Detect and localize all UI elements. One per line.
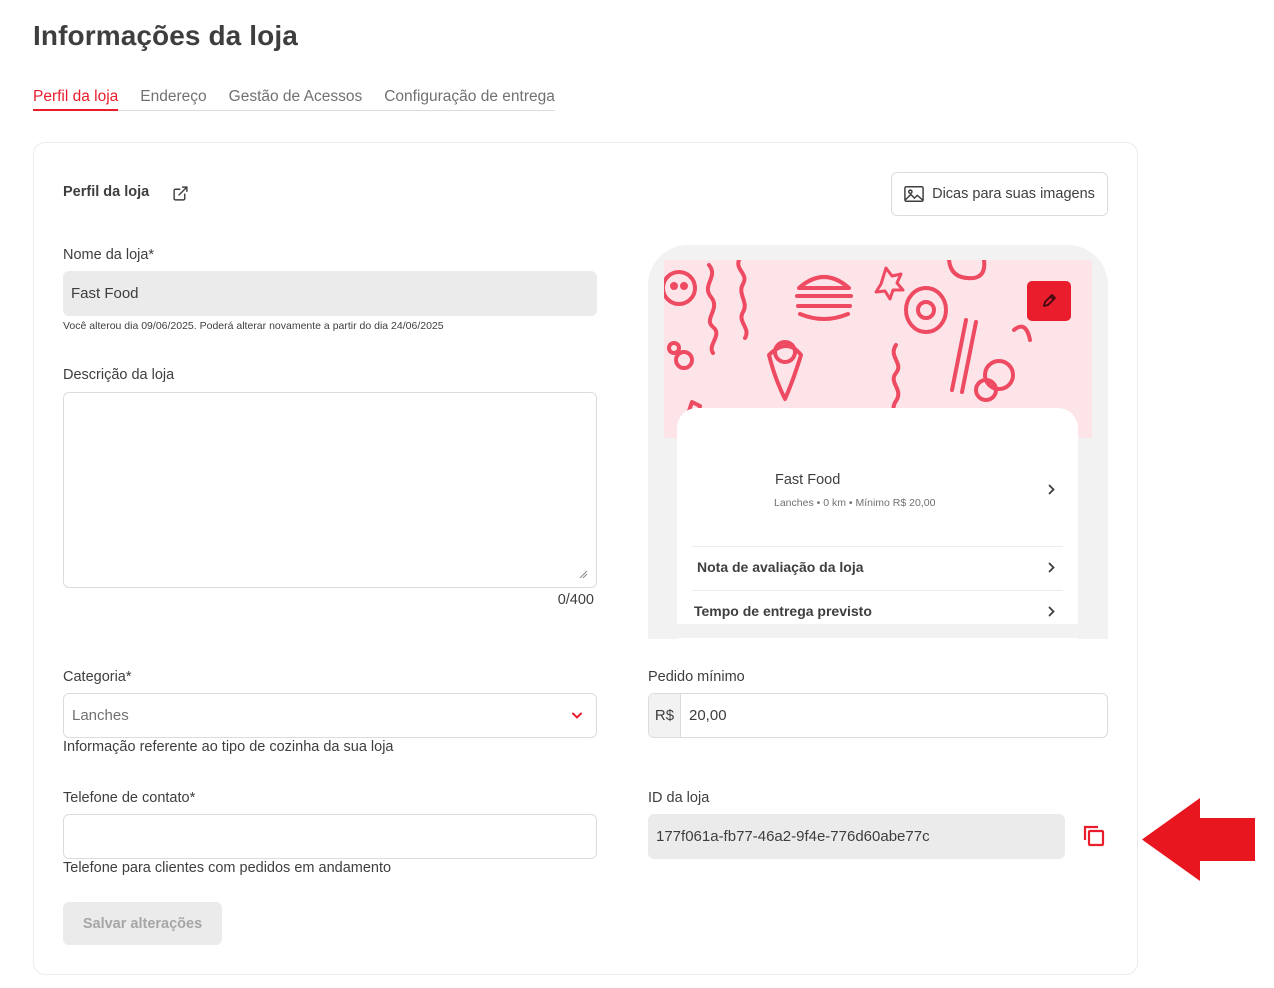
tab-store-profile[interactable]: Perfil da loja: [33, 88, 119, 111]
category-selected-value: Lanches: [72, 707, 129, 724]
page-title: Informações da loja: [33, 20, 298, 51]
store-name-change-note: Você alterou dia 09/06/2025. Poderá alte…: [63, 320, 444, 332]
store-name-value: Fast Food: [71, 285, 139, 302]
edit-banner-button[interactable]: [1027, 281, 1071, 321]
category-helper-text: Informação referente ao tipo de cozinha …: [63, 739, 394, 755]
tab-access-management[interactable]: Gestão de Acessos: [229, 88, 363, 111]
tab-bar: Perfil da loja Endereço Gestão de Acesso…: [33, 88, 555, 111]
min-order-label: Pedido mínimo: [648, 669, 745, 685]
image-icon: [904, 186, 924, 202]
external-link-icon[interactable]: [172, 185, 189, 202]
image-tips-button[interactable]: Dicas para suas imagens: [891, 172, 1108, 216]
phone-input[interactable]: [63, 814, 597, 859]
phone-helper-text: Telefone para clientes com pedidos em an…: [63, 860, 392, 876]
preview-divider: [692, 546, 1063, 547]
store-id-field[interactable]: 177f061a-fb77-46a2-9f4e-776d60abe77c: [648, 814, 1065, 859]
store-id-value: 177f061a-fb77-46a2-9f4e-776d60abe77c: [656, 828, 930, 845]
currency-prefix: R$: [649, 694, 681, 737]
preview-row-rating: Nota de avaliação da loja: [697, 559, 864, 575]
preview-divider: [692, 590, 1063, 591]
description-textarea[interactable]: [63, 392, 597, 588]
tab-delivery-settings[interactable]: Configuração de entrega: [384, 88, 555, 111]
min-order-value: 20,00: [689, 707, 727, 724]
preview-store-name: Fast Food: [775, 472, 841, 488]
store-name-field[interactable]: Fast Food: [63, 271, 597, 316]
chevron-down-icon: [572, 712, 582, 719]
red-arrow-annotation: [1142, 798, 1255, 881]
save-changes-button[interactable]: Salvar alterações: [63, 902, 222, 945]
store-name-label: Nome da loja*: [63, 247, 155, 263]
preview-store-meta: Lanches • 0 km • Mínimo R$ 20,00: [774, 497, 936, 509]
tab-address[interactable]: Endereço: [140, 88, 206, 111]
pencil-icon: [1043, 294, 1056, 307]
description-char-counter: 0/400: [557, 592, 594, 608]
copy-icon[interactable]: [1080, 822, 1108, 850]
store-id-label: ID da loja: [648, 790, 710, 806]
preview-row-delivery-time: Tempo de entrega previsto: [694, 603, 872, 619]
min-order-input[interactable]: R$ 20,00: [648, 693, 1108, 738]
chevron-right-icon: [1048, 562, 1055, 573]
image-tips-label: Dicas para suas imagens: [932, 186, 1095, 202]
preview-bottom-mask: [648, 624, 1108, 638]
chevron-right-icon: [1048, 606, 1055, 617]
resize-handle-icon[interactable]: [579, 570, 588, 579]
category-label: Categoria*: [63, 669, 132, 685]
chevron-right-icon: [1048, 484, 1055, 495]
category-select[interactable]: Lanches: [63, 693, 597, 738]
description-label: Descrição da loja: [63, 367, 175, 383]
phone-label: Telefone de contato*: [63, 790, 196, 806]
section-title: Perfil da loja: [63, 184, 150, 200]
